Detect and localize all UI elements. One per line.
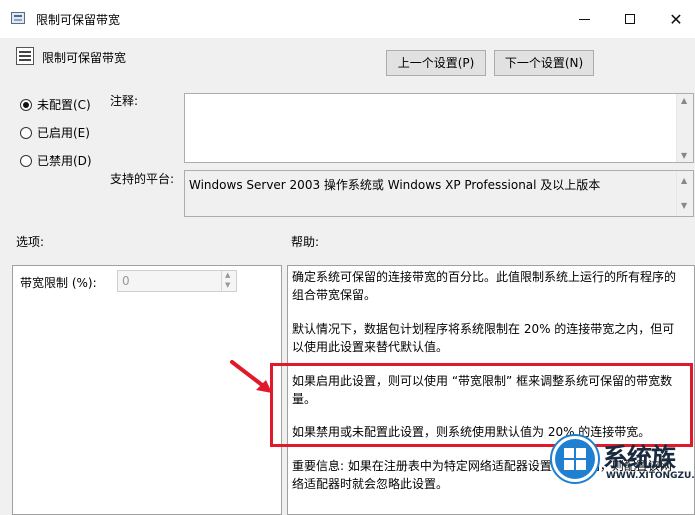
watermark-url: WWW.XITONGZU.COM: [606, 471, 695, 481]
radio-enabled-dot[interactable]: [20, 126, 32, 139]
comment-label: 注释:: [110, 94, 139, 108]
radio-not-configured-dot[interactable]: [20, 98, 32, 111]
bandwidth-limit-stepper[interactable]: 0 ▲ ▼: [117, 270, 237, 292]
radio-disabled[interactable]: 已禁用(D): [20, 152, 92, 169]
help-paragraph-2: 默认情况下，数据包计划程序将系统限制在 20% 的连接带宽之内，但可以使用此设置…: [292, 322, 675, 354]
options-section-label: 选项:: [16, 235, 45, 249]
scroll-up-icon[interactable]: ▲: [681, 173, 687, 189]
comment-scrollbar[interactable]: ▲ ▼: [676, 94, 693, 162]
policy-window-icon: [11, 12, 25, 24]
platform-scrollbar[interactable]: ▲ ▼: [676, 171, 693, 216]
stepper-buttons[interactable]: ▲ ▼: [221, 271, 236, 291]
stepper-down-icon[interactable]: ▼: [225, 281, 230, 289]
platform-field: Windows Server 2003 操作系统或 Windows XP Pro…: [184, 170, 694, 217]
window-title: 限制可保留带宽: [36, 13, 121, 27]
policy-setting-icon: [16, 47, 34, 65]
radio-not-configured[interactable]: 未配置(C): [20, 96, 91, 113]
platform-value: Windows Server 2003 操作系统或 Windows XP Pro…: [189, 178, 601, 192]
previous-setting-button[interactable]: 上一个设置(P): [386, 50, 486, 76]
scroll-up-icon[interactable]: ▲: [681, 96, 687, 105]
comment-textarea[interactable]: ▲ ▼: [184, 93, 694, 163]
radio-enabled-label: 已启用(E): [37, 126, 90, 140]
watermark: 系统族 WWW.XITONGZU.COM: [548, 428, 695, 509]
red-arrow-icon: [230, 360, 272, 393]
stepper-up-icon[interactable]: ▲: [225, 271, 230, 279]
platform-label: 支持的平台:: [110, 172, 175, 186]
close-button[interactable]: ✕: [653, 4, 695, 34]
radio-disabled-label: 已禁用(D): [37, 154, 92, 168]
help-section-label: 帮助:: [291, 235, 320, 249]
windows-logo-icon: [550, 434, 600, 484]
radio-enabled[interactable]: 已启用(E): [20, 124, 90, 141]
scroll-down-icon[interactable]: ▼: [681, 151, 687, 160]
radio-not-configured-label: 未配置(C): [37, 98, 91, 112]
maximize-button[interactable]: [607, 4, 653, 34]
minimize-icon: [578, 18, 590, 20]
scroll-down-icon[interactable]: ▼: [681, 198, 687, 214]
watermark-text: 系统族: [603, 443, 676, 472]
next-setting-button[interactable]: 下一个设置(N): [494, 50, 594, 76]
bandwidth-limit-label: 带宽限制 (%):: [20, 276, 97, 290]
maximize-icon: [625, 14, 635, 24]
help-paragraph-1: 确定系统可保留的连接带宽的百分比。此值限制系统上运行的所有程序的组合带宽保留。: [292, 270, 677, 302]
radio-disabled-dot[interactable]: [20, 154, 32, 167]
minimize-button[interactable]: [561, 4, 607, 34]
bandwidth-limit-value: 0: [122, 274, 130, 288]
policy-name: 限制可保留带宽: [42, 51, 127, 65]
close-icon: ✕: [669, 9, 683, 29]
